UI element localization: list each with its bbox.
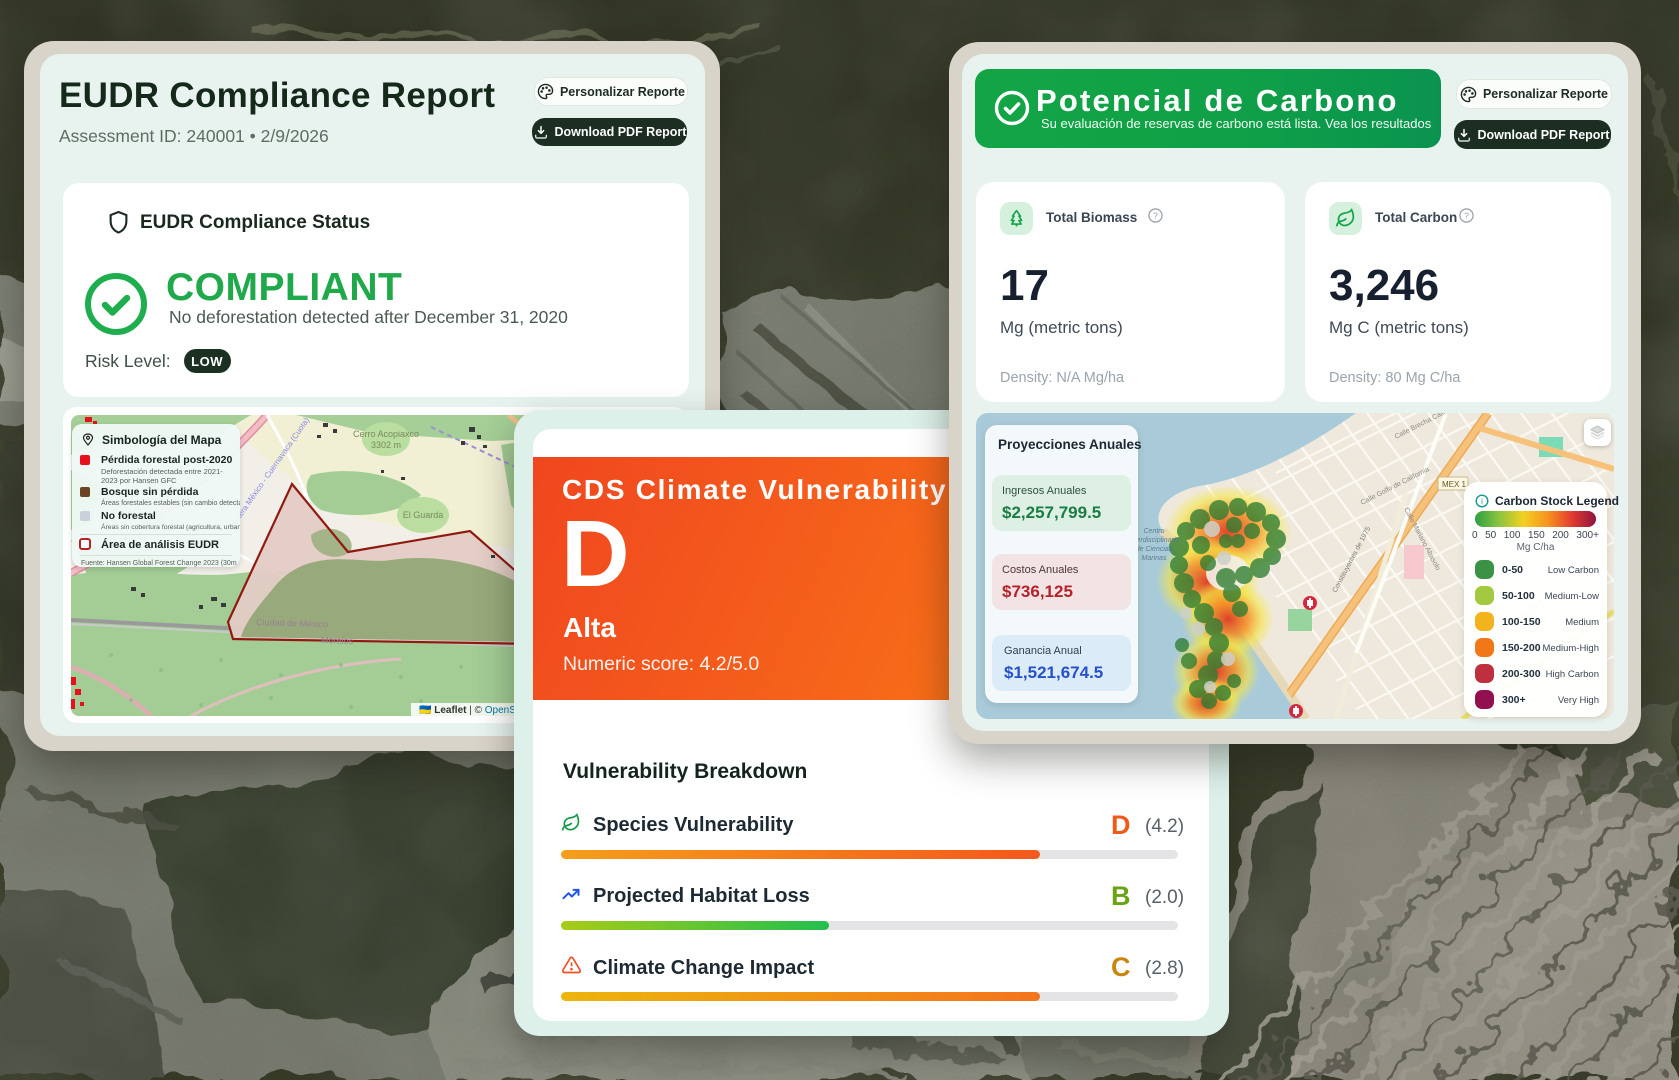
svg-text:de Ciencias: de Ciencias [1136, 546, 1173, 553]
svg-text:Marinas: Marinas [1142, 555, 1167, 562]
svg-text:Morelos: Morelos [321, 635, 354, 646]
svg-text:El Guarda: El Guarda [403, 510, 444, 520]
svg-text:Centro: Centro [1143, 528, 1164, 535]
svg-text:i: i [1481, 497, 1483, 506]
svg-text:3302 m: 3302 m [371, 440, 401, 450]
svg-text:?: ? [1153, 211, 1158, 221]
svg-text:Cerro Acopiaxco: Cerro Acopiaxco [353, 429, 419, 439]
svg-text:MEX 1: MEX 1 [1442, 480, 1467, 489]
svg-text:?: ? [1464, 211, 1469, 221]
